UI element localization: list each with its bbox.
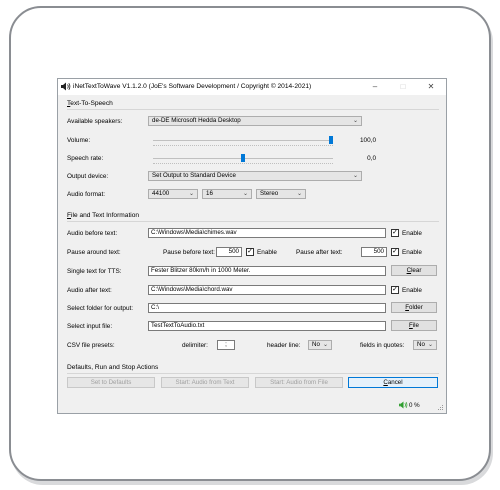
pause-after-input[interactable]: 500 xyxy=(361,247,387,257)
rate-ticks xyxy=(153,163,333,166)
pause-before-label: Pause before text: xyxy=(163,249,215,256)
audio-after-input[interactable]: C:\Windows\Media\chord.wav xyxy=(148,285,386,295)
fields-in-quotes-select[interactable]: No ⌄ xyxy=(413,340,437,350)
chevron-down-icon: ⌄ xyxy=(242,191,248,197)
output-folder-label: Select folder for output: xyxy=(67,305,134,312)
chevron-down-icon: ⌄ xyxy=(352,173,358,179)
audio-before-input[interactable]: C:\Windows\Media\chimes.wav xyxy=(148,228,386,238)
section-actions-divider xyxy=(67,373,439,374)
start-audio-from-text-button[interactable]: Start: Audio from Text xyxy=(161,377,249,388)
pause-before-checkbox[interactable]: ✓ xyxy=(246,248,254,256)
delimiter-label: delimiter: xyxy=(182,342,208,349)
channels-select[interactable]: Stereo ⌄ xyxy=(256,189,306,199)
cancel-button[interactable]: Cancel xyxy=(348,377,438,388)
section-actions-title: Defaults, Run and Stop Actions xyxy=(67,364,159,371)
window-title: iNetTextToWave V1.1.2.0 (JoE's Software … xyxy=(73,83,312,90)
folder-button[interactable]: Folder xyxy=(391,302,437,313)
volume-ticks xyxy=(153,145,333,148)
volume-value: 100,0 xyxy=(360,137,376,144)
section-tts-divider xyxy=(67,109,439,110)
speaker-status-icon xyxy=(399,401,408,409)
input-file-label: Select input file: xyxy=(67,323,113,330)
section-tts-title: Text-To-Speech xyxy=(67,100,113,107)
audio-after-enable-label: Enable xyxy=(402,287,422,294)
chevron-down-icon: ⌄ xyxy=(427,342,433,348)
status-bar: 0 % xyxy=(58,397,446,413)
app-window: iNetTextToWave V1.1.2.0 (JoE's Software … xyxy=(57,78,447,414)
audio-before-checkbox[interactable]: ✓ xyxy=(391,229,399,237)
start-audio-from-file-button[interactable]: Start: Audio from File xyxy=(255,377,343,388)
pause-after-label: Pause after text: xyxy=(296,249,343,256)
header-line-label: header line: xyxy=(267,342,301,349)
input-file-input[interactable]: TestTextToAudio.txt xyxy=(148,321,386,331)
chevron-down-icon: ⌄ xyxy=(188,191,194,197)
maximize-button[interactable]: □ xyxy=(392,81,414,93)
volume-label: Volume: xyxy=(67,137,91,144)
chevron-down-icon: ⌄ xyxy=(322,342,328,348)
speaker-icon xyxy=(61,82,71,91)
set-defaults-button[interactable]: Set to Defaults xyxy=(67,377,155,388)
speech-rate-label: Speech rate: xyxy=(67,155,104,162)
audio-after-checkbox[interactable]: ✓ xyxy=(391,286,399,294)
chevron-down-icon: ⌄ xyxy=(352,118,358,124)
title-bar: iNetTextToWave V1.1.2.0 (JoE's Software … xyxy=(58,79,446,95)
header-line-select[interactable]: No ⌄ xyxy=(308,340,332,350)
minimize-button[interactable]: – xyxy=(364,81,386,93)
output-device-select[interactable]: Set Output to Standard Device ⌄ xyxy=(148,171,362,181)
delimiter-input[interactable]: ; xyxy=(217,340,235,350)
section-file-title: File and Text Information xyxy=(67,212,140,219)
speech-rate-value: 0,0 xyxy=(367,155,376,162)
clear-button[interactable]: Clear xyxy=(391,265,437,276)
pause-before-input[interactable]: 500 xyxy=(216,247,242,257)
fields-in-quotes-label: fields in quotes: xyxy=(360,342,405,349)
audio-before-enable-label: Enable xyxy=(402,230,422,237)
speech-rate-slider[interactable] xyxy=(241,154,245,162)
speakers-label: Available speakers: xyxy=(67,118,123,125)
audio-after-label: Audio after text: xyxy=(67,287,112,294)
output-folder-input[interactable]: C:\ xyxy=(148,303,386,313)
progress-status: 0 % xyxy=(409,402,420,409)
pause-after-enable-label: Enable xyxy=(402,249,422,256)
speakers-select[interactable]: de-DE Microsoft Hedda Desktop ⌄ xyxy=(148,116,362,126)
volume-track xyxy=(153,140,333,141)
chevron-down-icon: ⌄ xyxy=(296,191,302,197)
resize-grip-icon[interactable] xyxy=(438,405,444,411)
output-device-label: Output device: xyxy=(67,173,109,180)
csv-presets-label: CSV file presets: xyxy=(67,342,115,349)
pause-around-label: Pause around text: xyxy=(67,249,121,256)
audio-format-label: Audio format: xyxy=(67,191,106,198)
pause-after-checkbox[interactable]: ✓ xyxy=(391,248,399,256)
audio-before-label: Audio before text: xyxy=(67,230,118,237)
file-button[interactable]: File xyxy=(391,320,437,331)
pause-before-enable-label: Enable xyxy=(257,249,277,256)
volume-slider[interactable] xyxy=(329,136,333,144)
close-button[interactable]: ✕ xyxy=(420,81,442,93)
bit-depth-select[interactable]: 16 ⌄ xyxy=(202,189,252,199)
single-text-label: Single text for TTS: xyxy=(67,268,122,275)
section-file-divider xyxy=(67,221,439,222)
single-text-input[interactable]: Fester Blitzer 80km/h in 1000 Meter. xyxy=(148,266,386,276)
sample-rate-select[interactable]: 44100 ⌄ xyxy=(148,189,198,199)
